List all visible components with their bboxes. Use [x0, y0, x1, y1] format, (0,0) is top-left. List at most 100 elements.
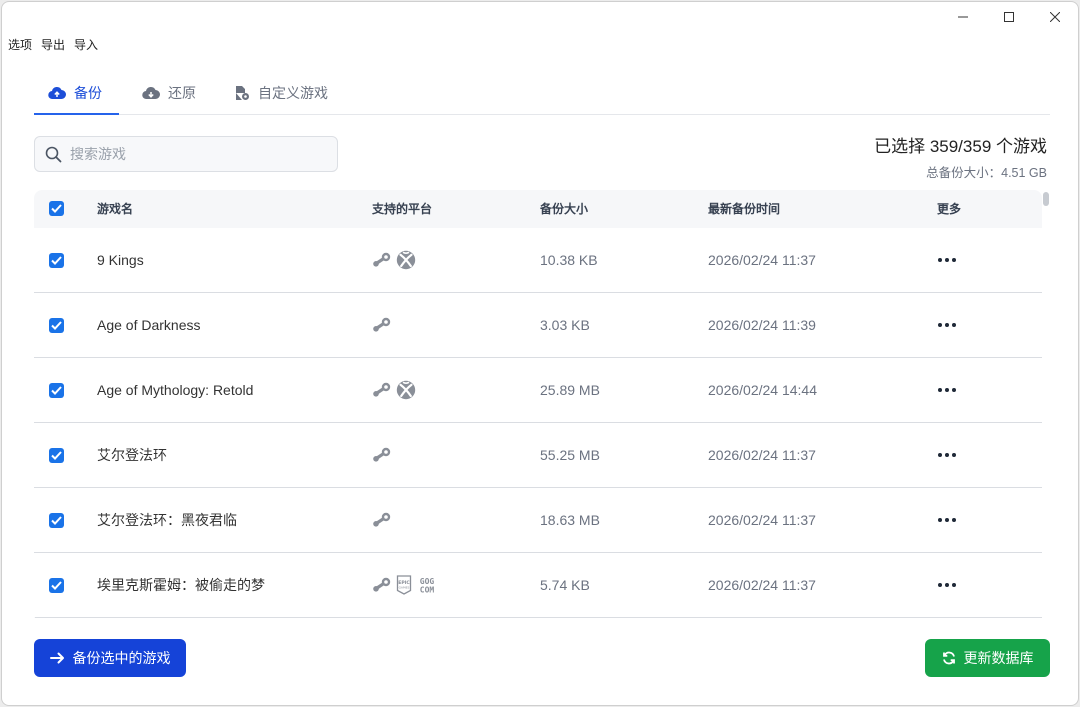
- row-checkbox[interactable]: [49, 448, 64, 463]
- cloud-upload-icon: [48, 86, 66, 100]
- update-database-label: 更新数据库: [963, 650, 1034, 666]
- total-backup-size: 总备份大小：4.51 GB: [926, 166, 1047, 180]
- tab-restore[interactable]: 还原: [128, 72, 210, 114]
- header-latest-backup-time[interactable]: 最新备份时间: [708, 190, 780, 228]
- latest-backup-time: 2026/02/24 11:37: [708, 252, 816, 268]
- game-name: Age of Darkness: [97, 317, 201, 333]
- cloud-download-icon: [142, 86, 160, 100]
- latest-backup-time: 2026/02/24 11:39: [708, 317, 816, 333]
- maximize-button[interactable]: [986, 2, 1032, 32]
- table-row[interactable]: 艾尔登法环：黑夜君临 18.63 MB 2026/02/24 11:37: [34, 488, 1042, 553]
- more-dot: [938, 323, 942, 327]
- steam-icon: [373, 447, 391, 462]
- more-dot: [952, 453, 956, 457]
- more-dot: [938, 258, 942, 262]
- row-checkbox[interactable]: [49, 513, 64, 528]
- epic-games-icon: EPICGAMES: [396, 575, 412, 595]
- tab-bar: 备份 还原 自定义游戏: [34, 72, 1050, 115]
- games-table: 游戏名 支持的平台 备份大小 最新备份时间 更多 9 Kings 10.38 KB…: [34, 190, 1050, 622]
- table-row[interactable]: 9 Kings 10.38 KB 2026/02/24 11:37: [34, 228, 1042, 293]
- xbox-icon: [396, 380, 416, 400]
- tab-custom-games-label: 自定义游戏: [258, 85, 328, 101]
- table-row[interactable]: Age of Mythology: Retold 25.89 MB 2026/02/…: [34, 358, 1042, 423]
- tab-backup-label: 备份: [74, 85, 102, 101]
- menu-export[interactable]: 导出: [41, 36, 65, 53]
- table-row[interactable]: 埃里克斯霍姆：被偷走的梦 EPIC GAMES GOG COM 5.74 KB 2026/0…: [34, 553, 1042, 618]
- header-more: 更多: [937, 202, 962, 216]
- maximize-icon: [1004, 12, 1014, 22]
- platform-icons: [372, 228, 416, 292]
- steam-icon: [373, 577, 391, 592]
- more-options-button[interactable]: [938, 423, 956, 487]
- tab-restore-label: 还原: [168, 85, 196, 101]
- tab-backup[interactable]: 备份: [34, 72, 119, 115]
- table-scrollbar[interactable]: [1042, 190, 1050, 622]
- more-options-button[interactable]: [938, 293, 956, 357]
- menu-bar: 选项 导出 导入: [8, 36, 98, 53]
- check-icon: [51, 516, 62, 525]
- more-dot: [945, 323, 949, 327]
- close-icon: [1050, 12, 1060, 22]
- latest-backup-time: 2026/02/24 14:44: [708, 382, 817, 398]
- game-name: 埃里克斯霍姆：被偷走的梦: [97, 577, 265, 593]
- steam-icon: [373, 512, 391, 527]
- selection-summary: 已选择 359/359 个游戏 总备份大小：4.51 GB: [874, 132, 1047, 181]
- check-icon: [51, 204, 62, 213]
- menu-options[interactable]: 选项: [8, 36, 32, 53]
- backup-selected-button[interactable]: 备份选中的游戏: [34, 639, 186, 677]
- more-dot: [952, 323, 956, 327]
- title-bar: [2, 2, 1078, 32]
- xbox-icon: [396, 250, 416, 270]
- header-game-name[interactable]: 游戏名: [97, 190, 133, 228]
- latest-backup-time: 2026/02/24 11:37: [708, 577, 816, 593]
- steam-icon: [373, 382, 391, 397]
- backup-size: 55.25 MB: [540, 447, 600, 463]
- close-button[interactable]: [1032, 2, 1078, 32]
- svg-text:COM: COM: [420, 586, 435, 595]
- search-input[interactable]: [70, 146, 320, 162]
- row-checkbox[interactable]: [49, 383, 64, 398]
- game-name: 艾尔登法环: [97, 447, 167, 463]
- more-options-button[interactable]: [938, 488, 956, 552]
- svg-text:GAMES: GAMES: [399, 586, 410, 590]
- row-checkbox[interactable]: [49, 318, 64, 333]
- scrollbar-thumb[interactable]: [1043, 192, 1049, 206]
- update-database-button[interactable]: 更新数据库: [925, 639, 1050, 677]
- backup-size: 3.03 KB: [540, 317, 590, 333]
- table-row[interactable]: 艾尔登法环 55.25 MB 2026/02/24 11:37: [34, 423, 1042, 488]
- more-dot: [938, 583, 942, 587]
- more-dot: [938, 518, 942, 522]
- header-backup-size[interactable]: 备份大小: [540, 190, 588, 228]
- more-dot: [938, 388, 942, 392]
- selected-count: 已选择 359/359 个游戏: [874, 137, 1047, 156]
- menu-import[interactable]: 导入: [74, 36, 98, 53]
- platform-icons: [372, 293, 392, 357]
- check-icon: [51, 451, 62, 460]
- row-checkbox[interactable]: [49, 578, 64, 593]
- check-icon: [51, 321, 62, 330]
- row-checkbox[interactable]: [49, 253, 64, 268]
- more-dot: [945, 388, 949, 392]
- check-icon: [51, 386, 62, 395]
- window-controls: [940, 2, 1078, 32]
- latest-backup-time: 2026/02/24 11:37: [708, 512, 816, 528]
- steam-icon: [373, 252, 391, 267]
- tab-custom-games[interactable]: 自定义游戏: [220, 72, 342, 114]
- more-dot: [945, 258, 949, 262]
- game-name: 艾尔登法环：黑夜君临: [97, 512, 237, 528]
- minimize-button[interactable]: [940, 2, 986, 32]
- more-options-button[interactable]: [938, 358, 956, 422]
- arrow-right-icon: [49, 652, 64, 664]
- minimize-icon: [958, 16, 968, 18]
- table-row[interactable]: Age of Darkness 3.03 KB 2026/02/24 11:39: [34, 293, 1042, 358]
- select-all-checkbox[interactable]: [49, 201, 64, 216]
- platform-icons: [372, 358, 416, 422]
- refresh-icon: [942, 651, 955, 665]
- more-options-button[interactable]: [938, 228, 956, 292]
- more-dot: [938, 453, 942, 457]
- table-header: 游戏名 支持的平台 备份大小 最新备份时间 更多: [34, 190, 1042, 228]
- game-name: Age of Mythology: Retold: [97, 382, 254, 398]
- check-icon: [51, 581, 62, 590]
- more-dot: [945, 453, 949, 457]
- more-options-button[interactable]: [938, 553, 956, 617]
